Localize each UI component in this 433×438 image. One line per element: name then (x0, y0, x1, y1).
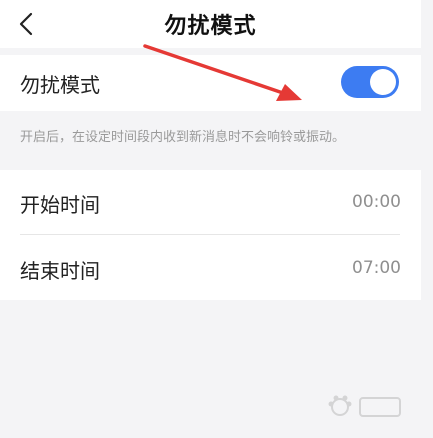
row-divider (20, 234, 400, 235)
start-time-row[interactable]: 开始时间 00:00 (0, 170, 421, 235)
toggle-knob (370, 69, 396, 95)
dnd-hint-text: 开启后，在设定时间段内收到新消息时不会响铃或振动。 (20, 130, 346, 145)
dnd-label: 勿扰模式 (20, 73, 100, 97)
end-time-label: 结束时间 (20, 259, 100, 283)
dnd-toggle[interactable] (341, 66, 399, 98)
start-time-value: 00:00 (352, 192, 401, 212)
top-bar: 勿扰模式 (0, 0, 421, 48)
end-time-value: 07:00 (352, 258, 401, 278)
schedule-card: 开始时间 00:00 结束时间 07:00 (0, 170, 421, 300)
end-time-row[interactable]: 结束时间 07:00 (0, 236, 421, 300)
start-time-label: 开始时间 (20, 193, 100, 217)
baidu-watermark (328, 395, 401, 417)
page-title: 勿扰模式 (164, 14, 257, 39)
